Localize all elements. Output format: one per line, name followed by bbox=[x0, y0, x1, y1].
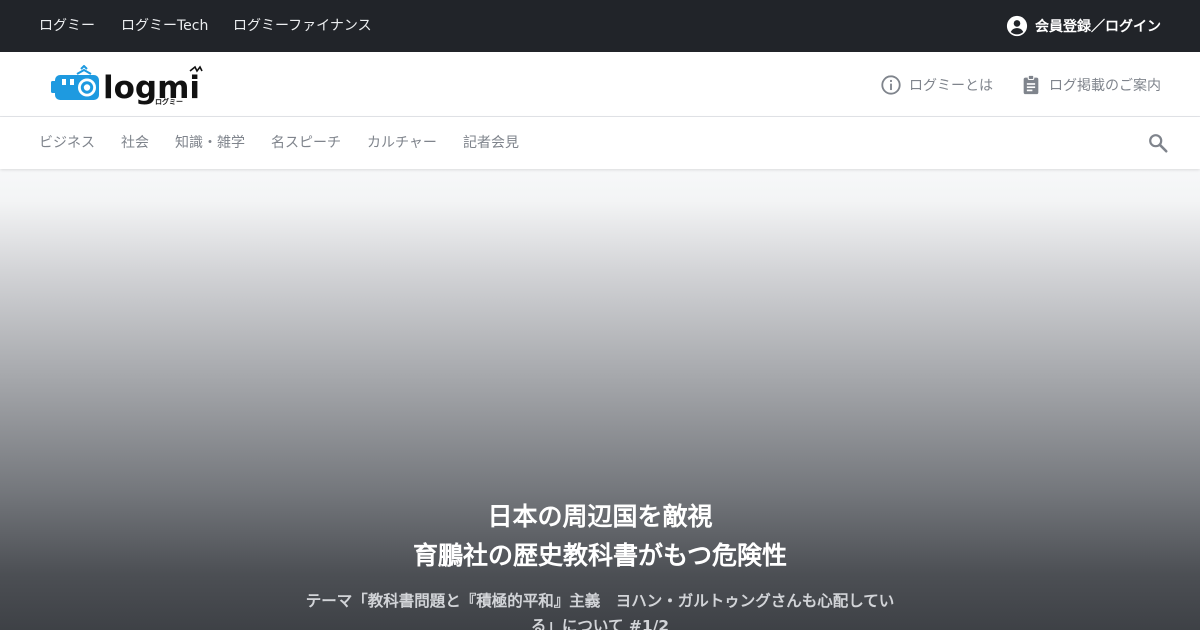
nav-item-press-conference[interactable]: 記者会見 bbox=[463, 117, 519, 169]
about-logmi-label: ログミーとは bbox=[909, 77, 993, 94]
nav-item-culture[interactable]: カルチャー bbox=[367, 117, 437, 169]
article-title-line-1: 日本の周辺国を敵視 bbox=[487, 502, 713, 531]
about-logmi-link[interactable]: ログミーとは bbox=[880, 52, 993, 117]
logmi-logo[interactable]: logmi ログミー bbox=[51, 64, 203, 106]
nav-item-business[interactable]: ビジネス bbox=[39, 117, 95, 169]
nav-item-knowledge[interactable]: 知識・雑学 bbox=[175, 117, 245, 169]
logmi-logo-mark: logmi ログミー bbox=[51, 64, 203, 106]
category-nav: ビジネス 社会 知識・雑学 名スピーチ カルチャー 記者会見 bbox=[0, 117, 1200, 169]
nav-item-speech[interactable]: 名スピーチ bbox=[271, 117, 341, 169]
nav-item-society[interactable]: 社会 bbox=[121, 117, 149, 169]
svg-text:ログミー: ログミー bbox=[155, 97, 183, 105]
site-header: logmi ログミー ログミーとは ログ掲載のご案内 bbox=[0, 52, 1200, 117]
publishing-guide-link[interactable]: ログ掲載のご案内 bbox=[1020, 52, 1161, 117]
login-label: 会員登録／ログイン bbox=[1035, 19, 1161, 35]
svg-text:logmi: logmi bbox=[103, 70, 200, 105]
search-button[interactable] bbox=[1145, 130, 1171, 156]
article-subtitle: テーマ「教科書問題と『積極的平和』主義 ヨハン・ガルトゥングさんも心配している」… bbox=[305, 592, 895, 630]
publishing-guide-label: ログ掲載のご案内 bbox=[1049, 77, 1161, 94]
article-hero: 日本の周辺国を敵視 育鵬社の歴史教科書がもつ危険性 テーマ「教科書問題と『積極的… bbox=[0, 169, 1200, 630]
account-circle-icon bbox=[1006, 15, 1028, 37]
site-link-logmi-tech[interactable]: ログミーTech bbox=[121, 0, 208, 52]
login-button[interactable]: 会員登録／ログイン bbox=[1006, 0, 1161, 52]
site-link-logmi-finance[interactable]: ログミーファイナンス bbox=[233, 0, 372, 52]
top-site-bar: ログミー ログミーTech ログミーファイナンス 会員登録／ログイン bbox=[0, 0, 1200, 52]
site-link-logmi[interactable]: ログミー bbox=[39, 0, 95, 52]
article-title-line-2: 育鵬社の歴史教科書がもつ危険性 bbox=[412, 541, 787, 570]
clipboard-icon bbox=[1023, 74, 1039, 94]
search-icon bbox=[1149, 134, 1168, 153]
info-icon bbox=[881, 74, 901, 95]
article-title: 日本の周辺国を敵視 育鵬社の歴史教科書がもつ危険性 bbox=[0, 497, 1200, 575]
